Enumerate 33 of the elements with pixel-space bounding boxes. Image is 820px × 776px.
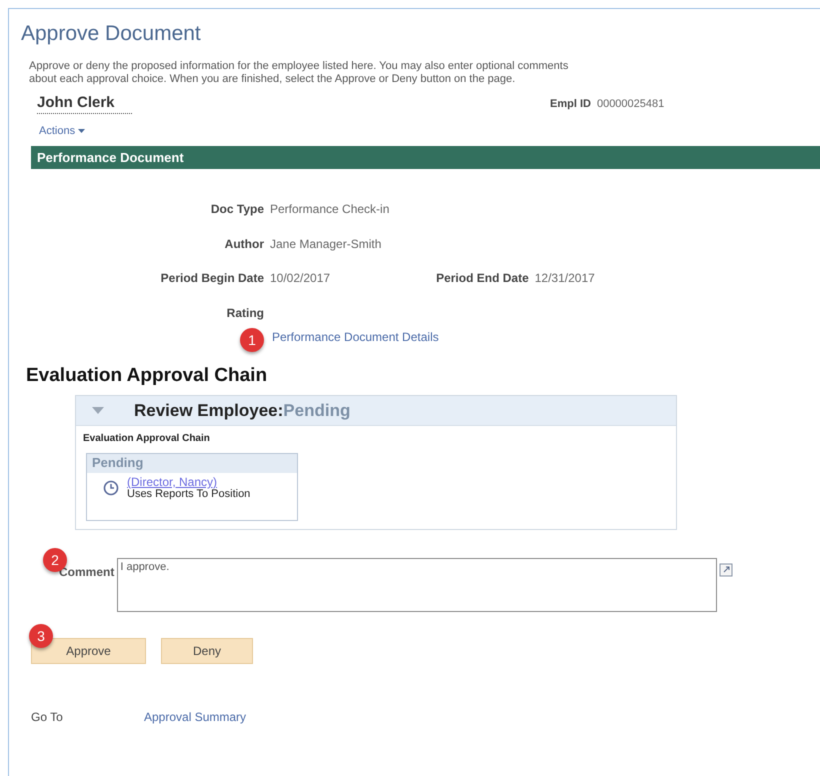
actions-menu[interactable]: Actions <box>39 125 76 137</box>
expand-icon[interactable] <box>719 563 734 577</box>
field-value: Jane Manager-Smith <box>270 236 382 251</box>
empl-id-value: 00000025481 <box>596 98 664 110</box>
employee-name: John Clerk <box>37 94 132 114</box>
callout-badge: 1 <box>240 328 264 352</box>
instructions-text: Approve or deny the proposed information for the employee listed here. You may also enter optional comments about each approval choice. When you are finished, select the Approve or Deny button on the page. <box>29 60 570 86</box>
chain-label: Evaluation Approval Chain <box>83 433 211 444</box>
approval-summary-link[interactable]: Approval Summary <box>144 710 246 724</box>
action-button[interactable]: Deny <box>161 638 253 664</box>
empl-id-label: Empl ID <box>550 98 591 110</box>
step-status: Pending <box>283 400 350 420</box>
caret-icon <box>78 129 86 133</box>
page-title: Approve Document <box>21 22 202 46</box>
approver-link[interactable]: (Director, Nancy) <box>127 476 250 488</box>
field-label: Rating <box>226 306 264 320</box>
field-label: Author <box>224 236 264 251</box>
comment-field[interactable]: I approve. <box>117 558 718 612</box>
goto-label: Go To <box>31 710 64 724</box>
field-value: 12/31/2017 <box>534 271 595 286</box>
step-title: Review Employee: <box>134 400 284 420</box>
approver-note: Uses Reports To Position <box>127 488 250 500</box>
field-value: Performance Check-in <box>270 202 390 216</box>
clock-icon <box>103 480 119 496</box>
field-label: Period Begin Date <box>160 271 264 286</box>
approver-status: Pending <box>87 454 297 473</box>
details-link[interactable]: Performance Document Details <box>272 330 439 344</box>
section-heading: Evaluation Approval Chain <box>26 365 268 387</box>
callout-badge: 3 <box>29 624 53 648</box>
section-header: Performance Document <box>31 146 820 169</box>
field-value: 10/02/2017 <box>270 271 330 286</box>
field-label: Period End Date <box>436 271 529 286</box>
field-label: Doc Type <box>210 202 264 216</box>
